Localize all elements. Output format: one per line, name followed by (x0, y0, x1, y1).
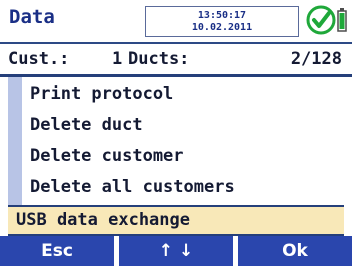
menu-item-delete-all-customers[interactable]: Delete all customers (30, 172, 235, 202)
softkey-bar: Esc ↑ ↓ Ok (0, 236, 352, 266)
menu-item-label: Print protocol (30, 84, 174, 104)
check-circle-icon (306, 5, 347, 35)
page-title: Data (9, 6, 55, 28)
menu-item-label: Delete customer (30, 146, 184, 166)
data-menu: Print protocol Delete duct Delete custom… (0, 77, 352, 236)
up-down-button[interactable]: ↑ ↓ (119, 236, 233, 266)
ok-button[interactable]: Ok (238, 236, 352, 266)
menu-item-print-protocol[interactable]: Print protocol (30, 79, 173, 109)
customer-label: Cust.: (8, 49, 70, 69)
clock-date: 10.02.2011 (191, 21, 253, 33)
device-screen: Data 13:50:17 10.02.2011 Cust.: 1 Ducts:… (0, 0, 352, 266)
ducts-value: 2/128 (290, 49, 342, 69)
battery-icon (337, 8, 347, 32)
clock-time: 13:50:17 (197, 9, 247, 21)
menu-item-delete-duct[interactable]: Delete duct (30, 110, 143, 140)
header: Data 13:50:17 10.02.2011 (0, 0, 352, 44)
menu-item-label: Delete all customers (30, 177, 235, 197)
customer-value: 1 (112, 49, 123, 69)
menu-item-usb-data-exchange[interactable]: USB data exchange (8, 205, 344, 236)
menu-item-label: Delete duct (30, 115, 143, 135)
info-bar: Cust.: 1 Ducts: 2/128 (0, 44, 352, 77)
status-indicators (305, 4, 349, 36)
ducts-label: Ducts: (128, 49, 190, 69)
menu-item-label: USB data exchange (16, 210, 190, 230)
clock-box: 13:50:17 10.02.2011 (145, 6, 299, 37)
menu-item-delete-customer[interactable]: Delete customer (30, 141, 184, 171)
esc-button[interactable]: Esc (0, 236, 114, 266)
menu-accent-bar (8, 77, 22, 207)
